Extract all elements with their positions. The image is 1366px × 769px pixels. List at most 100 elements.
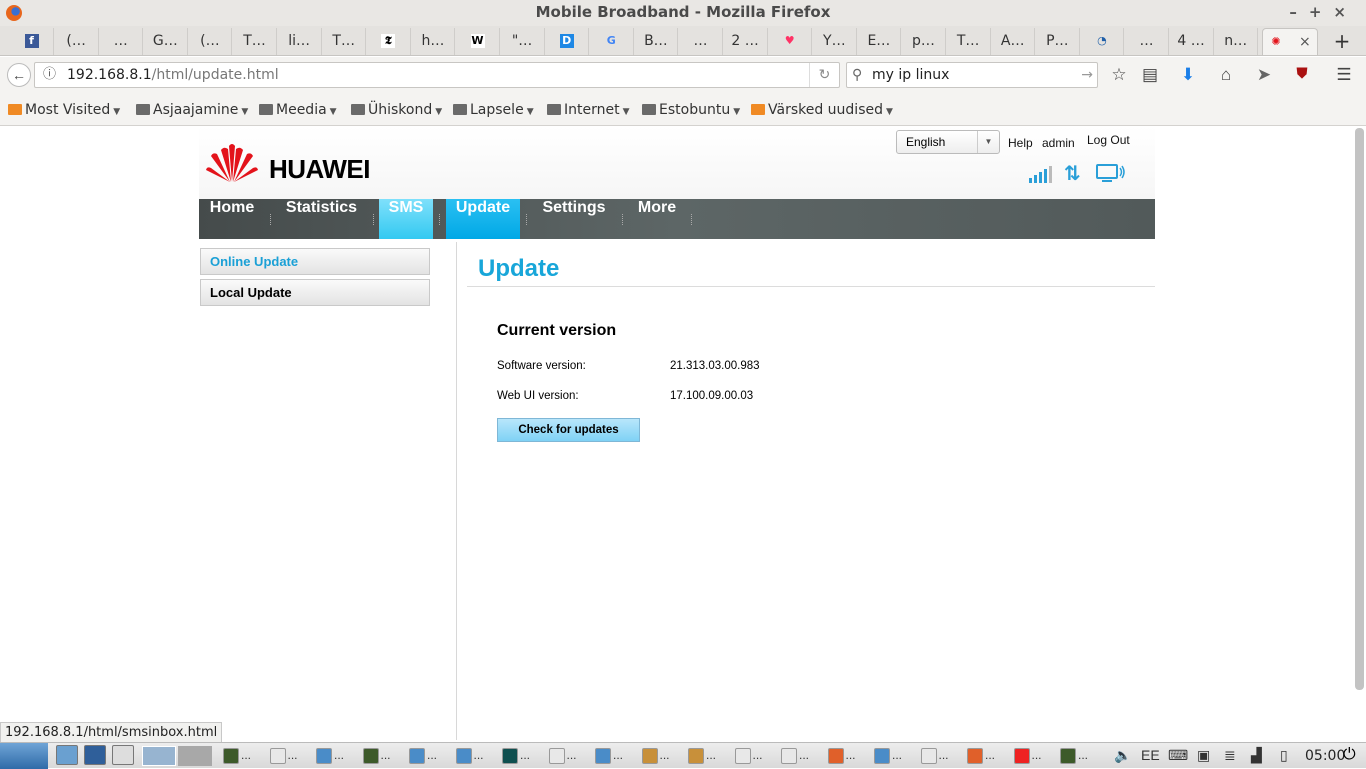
tab[interactable]: A… xyxy=(991,28,1036,55)
file-manager-icon[interactable] xyxy=(56,745,80,765)
tab[interactable]: P… xyxy=(1036,28,1080,55)
bookmark-folder[interactable]: Lapsele ▼ xyxy=(453,102,534,118)
bookmark-folder[interactable]: Värsked uudised ▼ xyxy=(751,102,893,118)
taskbar-window[interactable]: ... xyxy=(1013,748,1042,765)
folder-icon xyxy=(455,748,472,764)
tab[interactable]: D xyxy=(545,28,590,55)
tab[interactable]: "… xyxy=(501,28,545,55)
url-bar[interactable]: ⓘ 192.168.8.1/html/update.html ↻ xyxy=(34,62,840,88)
start-menu-button[interactable] xyxy=(0,743,48,769)
tab[interactable]: Y… xyxy=(813,28,857,55)
tab[interactable]: … xyxy=(99,28,144,55)
taskbar-window[interactable]: ... xyxy=(641,748,670,765)
taskbar-window[interactable]: ... xyxy=(688,748,716,765)
window-controls[interactable]: –+× xyxy=(1289,0,1358,25)
nav-settings[interactable]: Settings xyxy=(533,199,615,239)
tab[interactable]: ♥ xyxy=(768,28,813,55)
bookmark-folder[interactable]: Asjaajamine ▼ xyxy=(136,102,248,118)
tab[interactable]: E… xyxy=(857,28,902,55)
power-icon[interactable]: ⏻ xyxy=(1343,746,1356,764)
taskbar-window[interactable]: ... xyxy=(502,748,530,765)
tab[interactable]: G xyxy=(590,28,634,55)
sidebar-item-local-update[interactable]: Local Update xyxy=(200,279,430,306)
taskbar-window[interactable]: ... xyxy=(548,748,577,765)
tab[interactable]: … xyxy=(679,28,723,55)
keyboard-icon[interactable]: ⌨ xyxy=(1168,747,1188,764)
nav-more[interactable]: More xyxy=(629,199,685,239)
tab-active[interactable]: ✺ × xyxy=(1262,28,1318,55)
tab[interactable]: G… xyxy=(144,28,188,55)
nav-sms[interactable]: SMS xyxy=(379,199,433,239)
send-icon[interactable]: ➤ xyxy=(1253,65,1275,85)
battery-icon[interactable]: ▯ xyxy=(1280,747,1288,764)
tab[interactable]: T… xyxy=(233,28,277,55)
tab[interactable]: 2 … xyxy=(724,28,768,55)
tab[interactable]: T… xyxy=(322,28,367,55)
taskbar-window[interactable]: ... xyxy=(920,748,949,765)
nav-home[interactable]: Home xyxy=(199,199,265,239)
bookmark-folder[interactable]: Meedia ▼ xyxy=(259,102,337,118)
reload-icon[interactable]: ↻ xyxy=(809,63,839,87)
bookmark-folder[interactable]: Internet ▼ xyxy=(547,102,630,118)
tab[interactable]: (… xyxy=(188,28,233,55)
back-button[interactable]: ← xyxy=(7,63,31,87)
taskbar-window[interactable]: ... xyxy=(362,748,391,765)
home-icon[interactable]: ⌂ xyxy=(1215,65,1237,85)
tab[interactable]: li… xyxy=(278,28,322,55)
tab[interactable]: T… xyxy=(947,28,991,55)
help-link[interactable]: Help xyxy=(1008,136,1033,150)
tab[interactable]: 4 … xyxy=(1170,28,1214,55)
info-icon[interactable]: ⓘ xyxy=(43,63,56,87)
taskbar-window[interactable]: ... xyxy=(316,748,344,765)
tab[interactable]: B… xyxy=(634,28,679,55)
taskbar-window[interactable]: ... xyxy=(409,748,437,765)
scrollbar[interactable] xyxy=(1355,128,1364,690)
clipboard-icon[interactable]: ▣ xyxy=(1197,747,1210,764)
ublock-icon[interactable]: ⛊ xyxy=(1291,65,1313,82)
language-select[interactable]: English ▼ xyxy=(896,130,1000,154)
taskbar-window[interactable]: ... xyxy=(967,748,995,765)
tab[interactable]: … xyxy=(1125,28,1169,55)
notes-icon[interactable]: ≣ xyxy=(1224,747,1236,764)
taskbar-window[interactable]: ... xyxy=(874,748,902,765)
bookmark-folder[interactable]: Ühiskond ▼ xyxy=(351,102,442,118)
taskbar-window[interactable]: ... xyxy=(455,748,484,765)
bookmark-folder[interactable]: Most Visited ▼ xyxy=(8,102,120,118)
nav-statistics[interactable]: Statistics xyxy=(277,199,366,239)
reading-list-icon[interactable]: ▤ xyxy=(1139,65,1161,85)
keyboard-layout-icon[interactable]: EE xyxy=(1141,747,1160,764)
search-go-icon[interactable]: → xyxy=(1081,63,1093,87)
check-for-updates-button[interactable]: Check for updates xyxy=(497,418,640,442)
tab[interactable]: h… xyxy=(411,28,456,55)
taskbar-window[interactable]: ... xyxy=(827,748,856,765)
bookmark-folder[interactable]: Estobuntu ▼ xyxy=(642,102,740,118)
taskbar-window[interactable]: ... xyxy=(781,748,809,765)
taskbar-window[interactable]: ... xyxy=(1060,748,1088,765)
downloads-icon[interactable]: ⬇ xyxy=(1177,65,1199,85)
logout-link[interactable]: Log Out xyxy=(1087,133,1130,147)
firefox-icon xyxy=(827,748,844,764)
tab[interactable]: f xyxy=(10,28,54,55)
taskbar-window[interactable]: ... xyxy=(595,748,623,765)
menu-icon[interactable]: ☰ xyxy=(1333,65,1355,85)
tab[interactable]: (… xyxy=(55,28,99,55)
taskbar-window[interactable]: ... xyxy=(223,748,251,765)
window-icon[interactable] xyxy=(112,745,136,765)
taskbar-window[interactable]: ... xyxy=(734,748,763,765)
search-input[interactable]: ⚲ my ip linux → xyxy=(846,62,1098,88)
new-tab-button[interactable]: + xyxy=(1320,28,1364,55)
sidebar-item-online-update[interactable]: Online Update xyxy=(200,248,430,275)
tab[interactable]: n… xyxy=(1214,28,1259,55)
bookmark-star-icon[interactable]: ☆ xyxy=(1108,65,1130,85)
taskbar-window[interactable]: ... xyxy=(269,748,298,765)
workspace-switcher[interactable] xyxy=(142,746,212,766)
close-tab-icon[interactable]: × xyxy=(1299,34,1311,50)
tab[interactable]: W xyxy=(456,28,500,55)
volume-icon[interactable]: 🔈 xyxy=(1114,747,1131,764)
tab[interactable]: p… xyxy=(902,28,946,55)
tab[interactable]: 𝕿 xyxy=(367,28,411,55)
network-icon[interactable] xyxy=(84,745,108,765)
network-signal-icon[interactable]: ▟ xyxy=(1251,747,1262,764)
tab[interactable]: ◔ xyxy=(1080,28,1125,55)
nav-update[interactable]: Update xyxy=(446,199,520,239)
